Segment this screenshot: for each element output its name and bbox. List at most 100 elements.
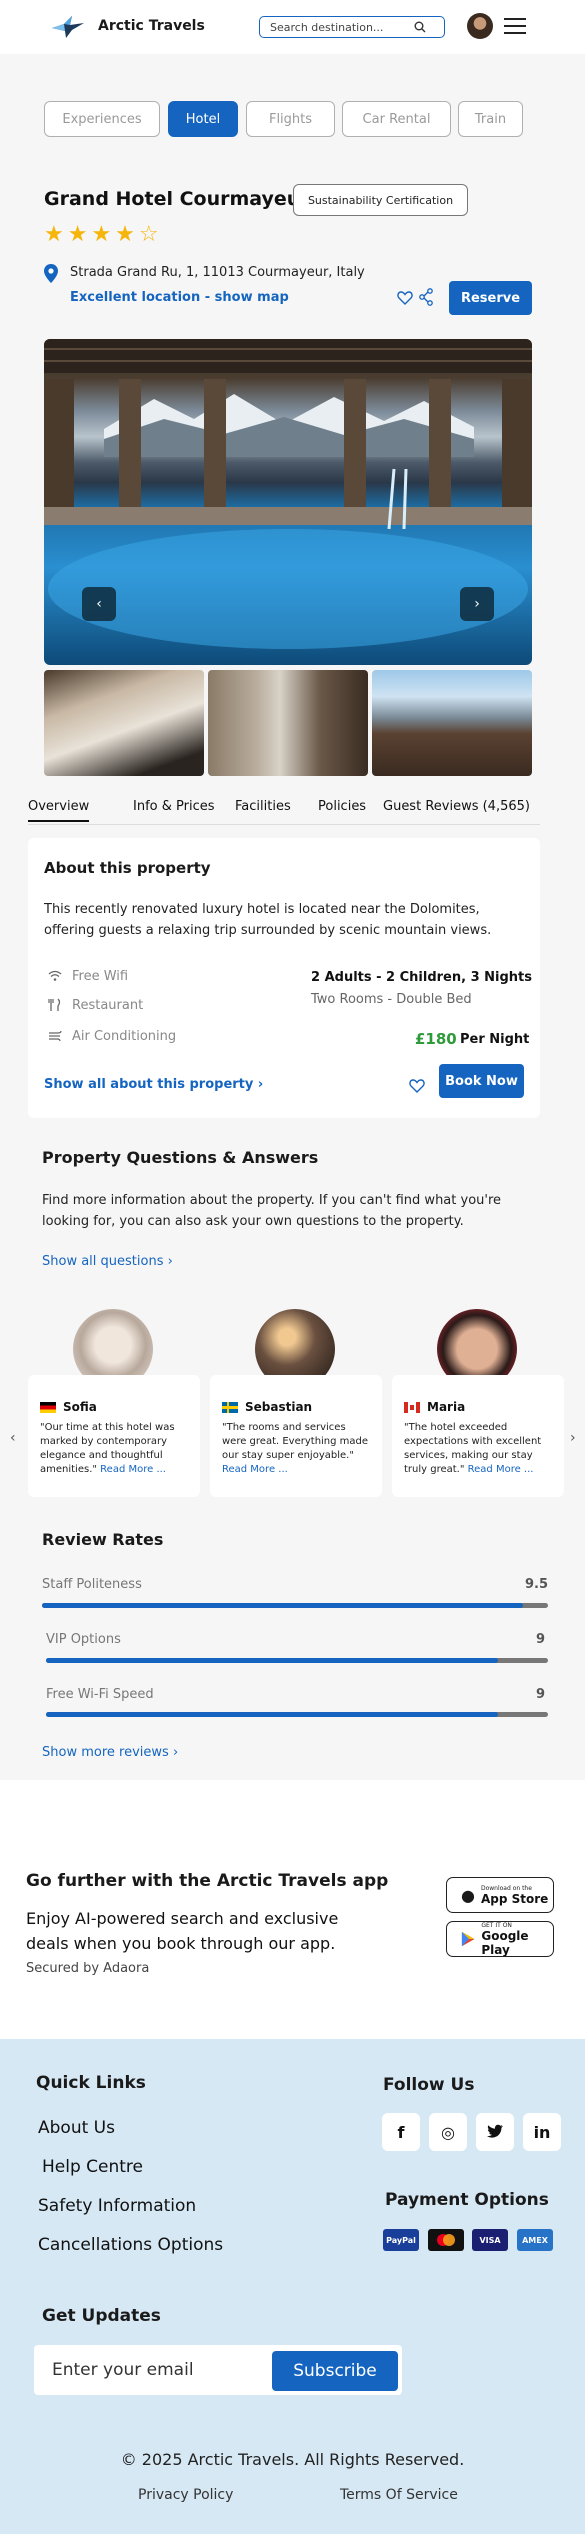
gallery-thumbnail[interactable]: [208, 670, 368, 776]
show-all-questions-link[interactable]: Show all questions ›: [42, 1254, 173, 1269]
amenity-air-conditioning: Air Conditioning: [72, 1029, 177, 1044]
rate-label: Staff Politeness: [42, 1577, 142, 1592]
gallery-next-button[interactable]: ›: [460, 587, 494, 621]
reviewer-name: Maria: [427, 1400, 466, 1414]
app-store-button[interactable]: ● Download on the App Store: [446, 1877, 554, 1913]
search-icon[interactable]: [414, 21, 426, 33]
twitter-icon[interactable]: [476, 2113, 514, 2151]
read-more-link[interactable]: Read More ...: [468, 1464, 534, 1475]
user-avatar[interactable]: [467, 13, 493, 39]
rate-track: [46, 1658, 548, 1663]
amenity-restaurant: Restaurant: [72, 998, 144, 1013]
google-play-button[interactable]: GET IT ON Google Play: [446, 1921, 554, 1957]
footer-link-about-us[interactable]: About Us: [38, 2118, 115, 2138]
app-promo-description: Enjoy AI-powered search and exclusive de…: [26, 1909, 339, 1953]
privacy-policy-link[interactable]: Privacy Policy: [138, 2487, 233, 2503]
terms-of-service-link[interactable]: Terms Of Service: [340, 2487, 458, 2503]
app-store-label: App Store: [480, 1891, 549, 1906]
book-now-button[interactable]: Book Now: [439, 1064, 524, 1098]
payment-options-title: Payment Options: [385, 2190, 549, 2210]
apple-icon: ●: [461, 1885, 475, 1905]
instagram-icon[interactable]: ◎: [429, 2113, 467, 2151]
tab-hotel[interactable]: Hotel: [168, 101, 238, 137]
qa-title: Property Questions & Answers: [42, 1148, 319, 1167]
search-box[interactable]: [259, 16, 445, 38]
tab-facilities[interactable]: Facilities: [235, 799, 291, 814]
show-map-link[interactable]: Excellent location - show map: [70, 290, 289, 305]
brand-name[interactable]: Arctic Travels: [98, 18, 205, 34]
hamburger-icon[interactable]: [504, 18, 526, 34]
pool-scene-image: [44, 339, 532, 649]
read-more-link[interactable]: Read More ...: [100, 1464, 166, 1475]
footer-link-cancellations[interactable]: Cancellations Options: [38, 2235, 223, 2255]
email-input[interactable]: [52, 2359, 292, 2381]
arctic-bird-logo-icon[interactable]: [50, 14, 86, 40]
show-more-reviews-link[interactable]: Show more reviews ›: [42, 1745, 178, 1760]
google-play-icon: [461, 1931, 475, 1947]
sustainability-badge[interactable]: Sustainability Certification: [293, 184, 468, 216]
nav-divider: [28, 824, 540, 825]
follow-us-title: Follow Us: [383, 2075, 475, 2095]
germany-flag-icon: [40, 1402, 56, 1413]
qa-description: Find more information about the property…: [42, 1193, 502, 1229]
review-card: Sebastian "The rooms and services were g…: [210, 1375, 382, 1497]
favorite-heart-icon[interactable]: [409, 1078, 425, 1094]
favorite-heart-icon[interactable]: [397, 290, 413, 306]
tab-flights[interactable]: Flights: [246, 101, 335, 137]
subscribe-button[interactable]: Subscribe: [272, 2351, 398, 2391]
main-hotel-photo[interactable]: ‹ ›: [44, 339, 532, 665]
reviewer-name: Sebastian: [245, 1400, 313, 1414]
footer-link-help-centre[interactable]: Help Centre: [42, 2157, 143, 2177]
reserve-button[interactable]: Reserve: [449, 281, 532, 315]
rate-track: [42, 1603, 548, 1608]
top-header: Arctic Travels: [0, 0, 585, 54]
copyright-text: © 2025 Arctic Travels. All Rights Reserv…: [120, 2450, 465, 2469]
secured-by-label: Secured by Adaora: [26, 1961, 150, 1976]
quick-links-title: Quick Links: [36, 2073, 146, 2093]
tab-train[interactable]: Train: [458, 101, 523, 137]
tab-car-rental[interactable]: Car Rental: [342, 101, 451, 137]
show-all-property-label: Show all about this property: [44, 1077, 254, 1092]
footer-link-safety-information[interactable]: Safety Information: [38, 2196, 196, 2216]
google-play-small-label: GET IT ON: [481, 1921, 512, 1929]
location-pin-icon: [44, 264, 58, 283]
carousel-prev-icon[interactable]: ‹: [10, 1430, 16, 1446]
reviewer-name: Sofia: [63, 1400, 97, 1414]
show-more-reviews-label: Show more reviews: [42, 1745, 169, 1760]
review-text: "Our time at this hotel was marked by co…: [40, 1421, 190, 1477]
show-all-property-link[interactable]: Show all about this property ›: [44, 1077, 263, 1092]
app-store-small-label: Download on the: [480, 1884, 532, 1892]
rate-value: 9: [536, 1687, 546, 1702]
gallery-prev-button[interactable]: ‹: [82, 587, 116, 621]
review-text: "The hotel exceeded expectations with ex…: [404, 1421, 554, 1477]
gallery-thumbnail[interactable]: [372, 670, 532, 776]
air-conditioning-icon: [49, 1030, 62, 1042]
share-icon[interactable]: [418, 288, 434, 306]
per-night-label: Per Night: [460, 1032, 530, 1047]
about-title: About this property: [44, 859, 211, 877]
read-more-link[interactable]: Read More ...: [222, 1464, 288, 1475]
linkedin-icon[interactable]: in: [523, 2113, 561, 2151]
tab-policies[interactable]: Policies: [318, 799, 366, 814]
review-card: Sofia "Our time at this hotel was marked…: [28, 1375, 200, 1497]
review-rates-title: Review Rates: [42, 1530, 164, 1549]
rate-label: Free Wi-Fi Speed: [46, 1687, 154, 1702]
rate-fill: [46, 1712, 498, 1717]
rate-track: [46, 1712, 548, 1717]
search-input[interactable]: [270, 19, 415, 35]
canada-flag-icon: [404, 1402, 420, 1413]
twitter-bird-icon: [487, 2124, 503, 2138]
tab-info-prices[interactable]: Info & Prices: [133, 799, 215, 814]
get-updates-title: Get Updates: [42, 2306, 161, 2326]
price-value: £180: [415, 1030, 457, 1048]
tab-experiences[interactable]: Experiences: [44, 101, 160, 137]
gallery-thumbnail[interactable]: [44, 670, 204, 776]
facebook-icon[interactable]: f: [382, 2113, 420, 2151]
carousel-next-icon[interactable]: ›: [570, 1430, 576, 1446]
tab-guest-reviews[interactable]: Guest Reviews (4,565): [383, 799, 530, 814]
room-summary: Two Rooms - Double Bed: [311, 992, 472, 1007]
review-text: "The rooms and services were great. Ever…: [222, 1421, 372, 1477]
paypal-icon: PayPal: [383, 2229, 419, 2251]
rate-label: VIP Options: [46, 1632, 121, 1647]
tab-overview[interactable]: Overview: [28, 799, 90, 822]
